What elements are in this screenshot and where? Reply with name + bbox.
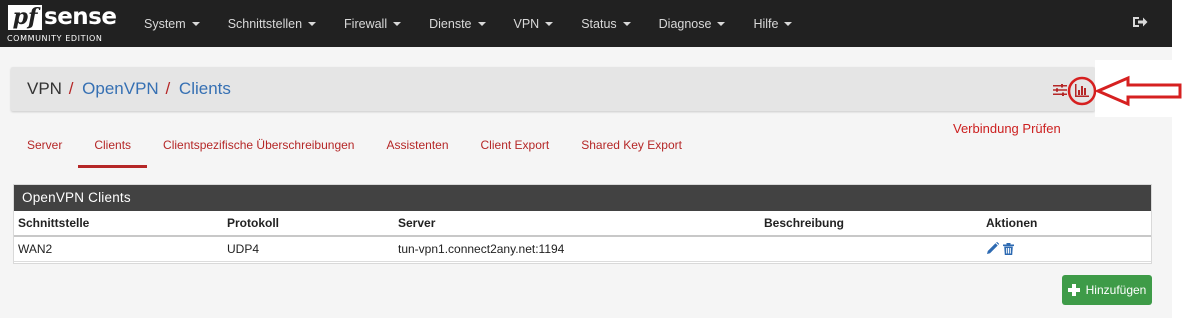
nav-label: System: [144, 16, 186, 31]
tab-server[interactable]: Server: [11, 128, 78, 168]
tab-shared-key-export[interactable]: Shared Key Export: [565, 128, 698, 168]
cell-server: tun-vpn1.connect2any.net:1194: [394, 236, 760, 262]
pfsense-logo[interactable]: pf sense COMMUNITY EDITION: [6, 3, 117, 45]
cell-protocol: UDP4: [223, 236, 394, 262]
caret-down-icon: [622, 21, 631, 26]
nav-label: Firewall: [344, 16, 388, 31]
main-content: VPN / OpenVPN / Clients: [0, 47, 1172, 318]
top-navbar: pf sense COMMUNITY EDITION System Schnit…: [0, 0, 1172, 47]
cell-interface: WAN2: [14, 236, 223, 262]
col-header-server: Server: [394, 211, 760, 237]
cell-actions: [982, 236, 1151, 262]
col-header-description: Beschreibung: [760, 211, 982, 237]
plus-icon: [1067, 284, 1080, 296]
tab-bar: Server Clients Clientspezifische Übersch…: [11, 128, 698, 168]
nav-diagnose[interactable]: Diagnose: [645, 0, 740, 47]
breadcrumb: VPN / OpenVPN / Clients: [27, 79, 231, 99]
col-header-interface: Schnittstelle: [14, 211, 223, 237]
logo-pf-mark: pf: [8, 5, 42, 30]
nav-hilfe[interactable]: Hilfe: [739, 0, 806, 47]
bar-chart-icon[interactable]: [1075, 84, 1089, 97]
breadcrumb-openvpn-link[interactable]: OpenVPN: [82, 79, 159, 98]
breadcrumb-root: VPN: [27, 79, 62, 98]
add-button-label: Hinzufügen: [1085, 283, 1147, 297]
nav-firewall[interactable]: Firewall: [330, 0, 415, 47]
breadcrumb-separator: /: [165, 79, 171, 98]
clients-table: Schnittstelle Protokoll Server Beschreib…: [14, 211, 1151, 262]
logo-sense-text: sense: [44, 4, 117, 30]
col-header-actions: Aktionen: [982, 211, 1151, 237]
trash-icon[interactable]: [1003, 242, 1014, 255]
tab-wizards[interactable]: Assistenten: [370, 128, 464, 168]
breadcrumb-bar: VPN / OpenVPN / Clients: [11, 67, 1095, 111]
nav-dienste[interactable]: Dienste: [415, 0, 499, 47]
caret-down-icon: [308, 21, 317, 26]
tab-client-overrides[interactable]: Clientspezifische Überschreibungen: [147, 128, 370, 168]
col-header-protocol: Protokoll: [223, 211, 394, 237]
annotation-label: Verbindung Prüfen: [953, 121, 1061, 136]
nav-vpn[interactable]: VPN: [500, 0, 568, 47]
tab-client-export[interactable]: Client Export: [465, 128, 566, 168]
caret-down-icon: [477, 21, 486, 26]
nav-label: Diagnose: [658, 16, 712, 31]
main-menu: System Schnittstellen Firewall Dienste V…: [130, 0, 806, 47]
callout-background: [1095, 60, 1172, 117]
caret-down-icon: [784, 21, 793, 26]
panel-title: OpenVPN Clients: [14, 185, 1151, 211]
breadcrumb-separator: /: [68, 79, 74, 98]
right-margin: [1172, 0, 1184, 318]
breadcrumb-clients-link[interactable]: Clients: [179, 79, 231, 98]
nav-label: Hilfe: [753, 16, 779, 31]
nav-label: VPN: [513, 16, 540, 31]
caret-down-icon: [545, 21, 554, 26]
edit-icon[interactable]: [986, 242, 999, 255]
nav-schnittstellen[interactable]: Schnittstellen: [214, 0, 330, 47]
table-row: WAN2 UDP4 tun-vpn1.connect2any.net:1194: [14, 236, 1151, 262]
nav-status[interactable]: Status: [567, 0, 644, 47]
caret-down-icon: [393, 21, 402, 26]
caret-down-icon: [191, 21, 200, 26]
sliders-icon[interactable]: [1053, 84, 1067, 96]
table-header-row: Schnittstelle Protokoll Server Beschreib…: [14, 211, 1151, 237]
clients-panel: OpenVPN Clients Schnittstelle Protokoll …: [13, 184, 1152, 264]
nav-label: Dienste: [429, 16, 472, 31]
nav-label: Status: [581, 16, 617, 31]
caret-down-icon: [717, 21, 726, 26]
nav-label: Schnittstellen: [227, 16, 303, 31]
sign-out-icon[interactable]: [1132, 15, 1148, 29]
add-client-button[interactable]: Hinzufügen: [1062, 275, 1152, 305]
tab-clients[interactable]: Clients: [78, 128, 147, 168]
nav-system[interactable]: System: [130, 0, 214, 47]
cell-description: [760, 236, 982, 262]
logo-edition-text: COMMUNITY EDITION: [7, 34, 103, 43]
breadcrumb-shortcuts: [1053, 83, 1067, 97]
